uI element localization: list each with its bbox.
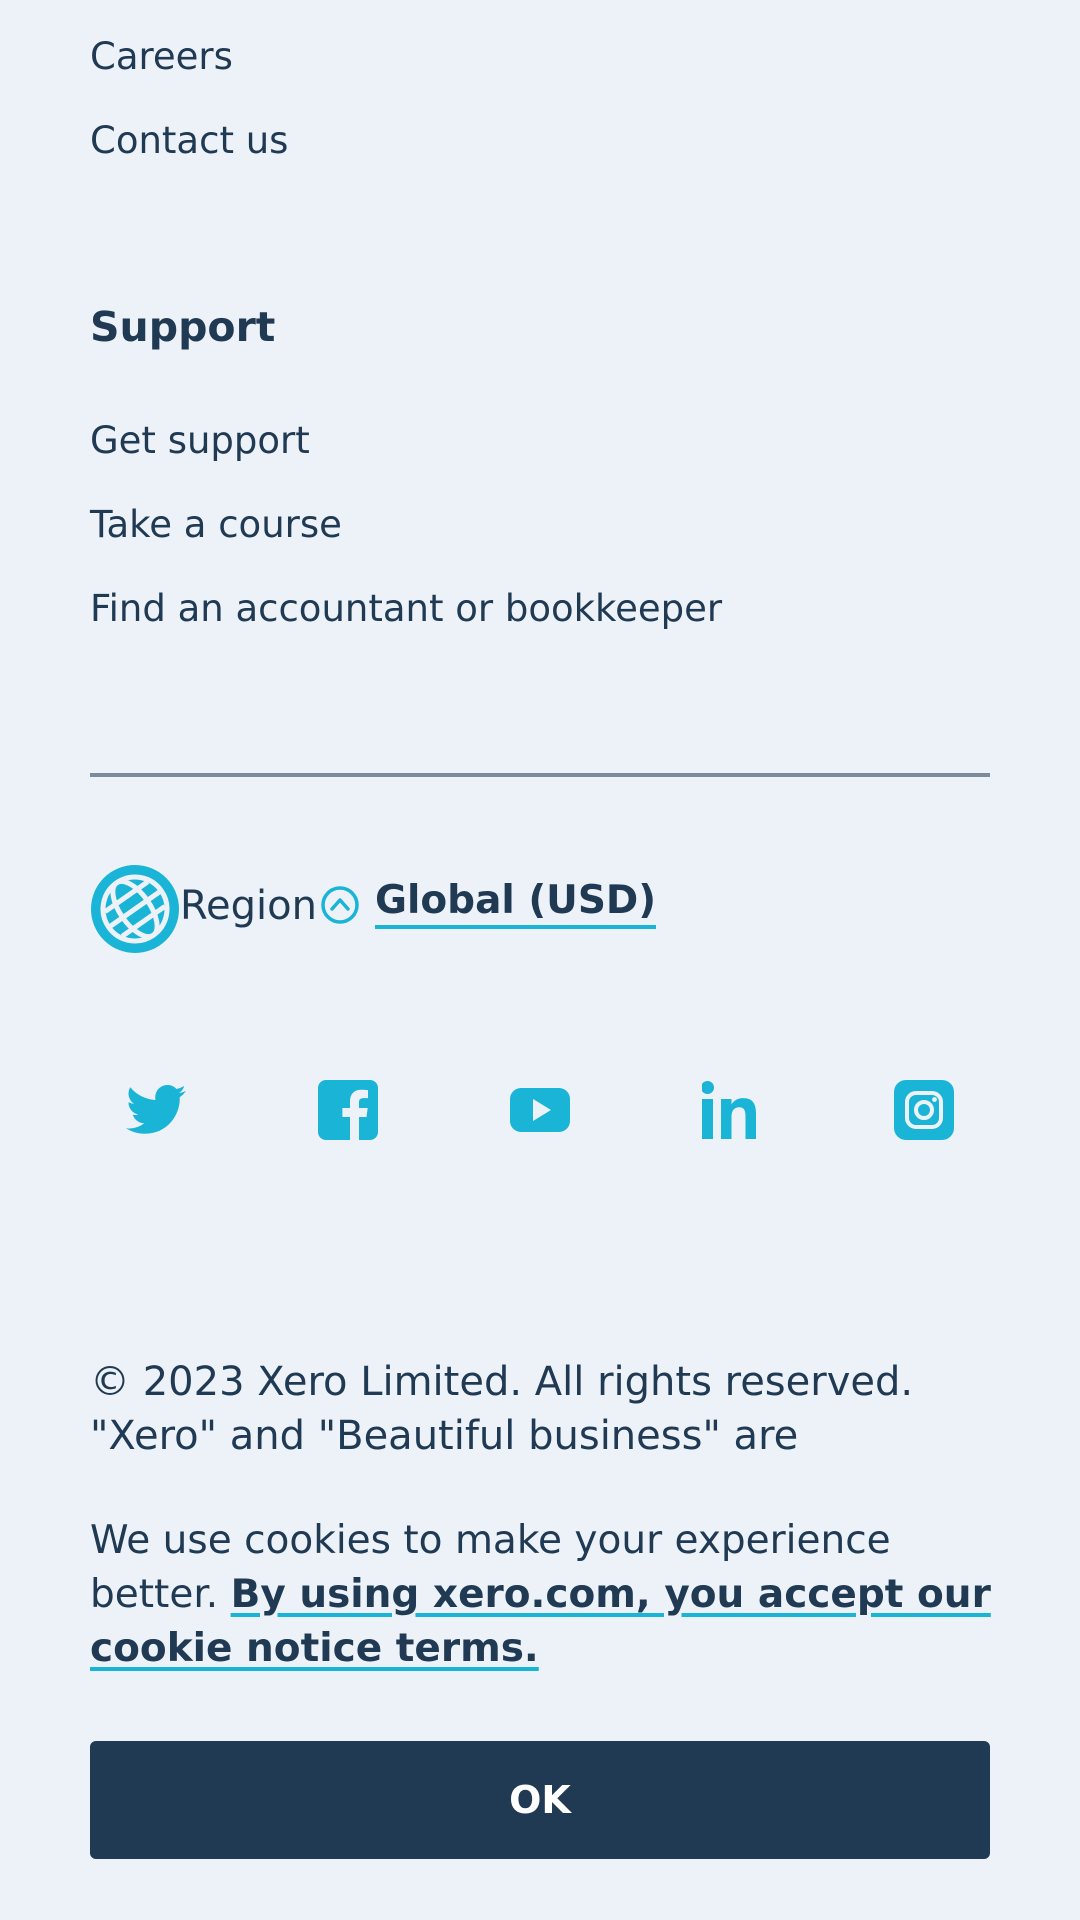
cookie-message-paragraph: We use cookies to make your experience b… — [90, 1514, 1000, 1676]
region-selector-button[interactable]: Global (USD) — [375, 877, 657, 929]
support-heading: Support — [90, 303, 276, 351]
contact-us-link[interactable]: Contact us — [90, 119, 288, 163]
ok-button[interactable]: OK — [90, 1741, 990, 1859]
twitter-icon — [126, 1085, 186, 1134]
facebook-icon — [318, 1080, 378, 1140]
take-a-course-link[interactable]: Take a course — [90, 503, 342, 547]
careers-link[interactable]: Careers — [90, 35, 233, 79]
footer-divider — [90, 773, 990, 777]
youtube-link[interactable] — [500, 1070, 580, 1150]
facebook-link[interactable] — [308, 1070, 388, 1150]
copyright-text: © 2023 Xero Limited. All rights reserved… — [90, 1359, 914, 1459]
instagram-icon — [894, 1080, 954, 1140]
get-support-link[interactable]: Get support — [90, 419, 310, 463]
globe-icon — [91, 865, 179, 953]
linkedin-link[interactable] — [692, 1070, 772, 1150]
find-accountant-link[interactable]: Find an accountant or bookkeeper — [90, 587, 722, 631]
twitter-link[interactable] — [116, 1070, 196, 1150]
region-label: Region — [180, 883, 317, 929]
instagram-link[interactable] — [884, 1070, 964, 1150]
linkedin-icon — [702, 1081, 756, 1139]
youtube-icon — [510, 1088, 570, 1132]
cookie-notice-link[interactable]: By using xero.com, you accept our cookie… — [90, 1572, 991, 1671]
social-links — [90, 1070, 990, 1150]
cookie-banner: We use cookies to make your experience b… — [0, 1490, 1080, 1920]
chevron-up-icon[interactable] — [319, 884, 361, 926]
